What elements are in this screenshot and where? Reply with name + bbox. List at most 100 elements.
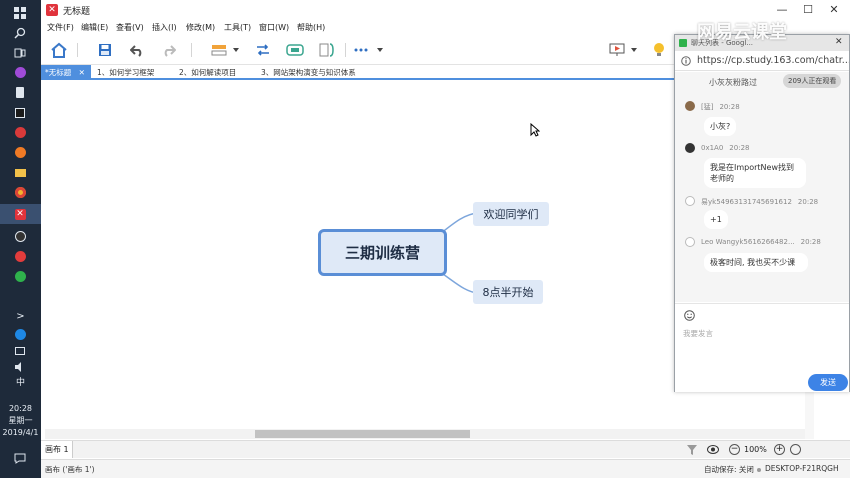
tab-how-to-learn-framework[interactable]: 1、如何学习框架	[93, 65, 158, 80]
chat-top-message: 小灰灰粉路过	[709, 78, 757, 87]
chevron-down-icon[interactable]	[375, 41, 385, 59]
toolbar-separator	[345, 43, 346, 57]
xmind-taskbar-icon[interactable]: ✕	[8, 206, 32, 223]
chat-address-bar[interactable]: https://cp.study.163.com/chatr...	[675, 51, 849, 71]
viewers-count-badge: 209人正在观看	[783, 74, 842, 88]
eye-icon[interactable]	[707, 445, 719, 457]
netease-watermark: 网易云课堂	[697, 22, 787, 43]
chevron-down-icon[interactable]	[231, 41, 241, 59]
menu-tools[interactable]: 工具(T)	[224, 22, 251, 33]
calculator-icon[interactable]	[8, 84, 32, 101]
chat-close-button[interactable]: ✕	[835, 37, 843, 47]
mindmap-subtopic[interactable]: 8点半开始	[473, 280, 543, 304]
redo-icon[interactable]	[159, 41, 179, 59]
zoom-level[interactable]: 100%	[744, 445, 767, 454]
tray-app-icon[interactable]	[8, 326, 32, 343]
summary-icon[interactable]	[317, 41, 337, 59]
presentation-icon[interactable]	[607, 41, 627, 59]
app-icon-terminal[interactable]	[8, 104, 32, 121]
relationship-icon[interactable]	[253, 41, 273, 59]
mindmap-subtopic[interactable]: 欢迎同学们	[473, 202, 549, 226]
save-icon[interactable]	[95, 41, 115, 59]
zoom-in-button[interactable]: +	[774, 444, 785, 455]
chat-input-placeholder[interactable]: 我要发言	[683, 328, 713, 339]
clock-weekday[interactable]: 星期一	[0, 416, 41, 426]
sheet-bar: 画布 1 − 100% +	[41, 440, 850, 458]
mouse-cursor-icon	[530, 123, 540, 137]
close-button[interactable]: ✕	[820, 2, 848, 18]
status-sheet-name: 画布 ('画布 1')	[45, 465, 95, 474]
maximize-button[interactable]: ☐	[794, 2, 822, 18]
mindmap-root-topic[interactable]: 三期训练营	[318, 229, 447, 276]
windows-taskbar: ✕ > 中 20:28 星期一 2019/4/1	[0, 0, 41, 478]
tab-close-icon[interactable]: ✕	[79, 68, 85, 77]
chrome-icon[interactable]	[8, 184, 32, 201]
clock-time[interactable]: 20:28	[0, 404, 41, 414]
chat-message-bubble: +1	[704, 210, 728, 229]
filter-icon[interactable]	[687, 445, 697, 458]
avatar	[685, 101, 695, 111]
tray-expand-icon[interactable]: >	[0, 312, 41, 322]
firefox-icon[interactable]	[8, 144, 32, 161]
chat-message-bubble: 我是在ImportNew找到老师的	[704, 158, 806, 188]
undo-icon[interactable]	[127, 41, 147, 59]
tab-untitled[interactable]: *无标题 ✕	[41, 65, 91, 80]
home-icon[interactable]	[49, 41, 69, 59]
chat-url-text: https://cp.study.163.com/chatr...	[697, 55, 849, 66]
autosave-status[interactable]: 自动保存: 关闭	[704, 464, 754, 475]
menu-insert[interactable]: 插入(I)	[152, 22, 177, 33]
folder-icon[interactable]	[8, 164, 32, 181]
toolbar-separator	[77, 43, 78, 57]
task-view-icon[interactable]	[8, 44, 32, 61]
chat-message-user: Leo Wangyk5616266482... 20:28	[701, 238, 821, 246]
menu-edit[interactable]: 编辑(E)	[81, 22, 108, 33]
notification-icon[interactable]	[8, 450, 32, 467]
search-icon[interactable]	[8, 24, 32, 41]
info-icon[interactable]	[681, 56, 691, 66]
clock-date[interactable]: 2019/4/1	[0, 428, 41, 438]
minimize-button[interactable]: —	[768, 2, 796, 18]
zoom-out-button[interactable]: −	[729, 444, 740, 455]
horizontal-scrollbar[interactable]	[45, 429, 805, 439]
wechat-icon[interactable]	[8, 268, 32, 285]
network-icon[interactable]	[8, 342, 32, 359]
topic-style-icon[interactable]	[209, 41, 229, 59]
chat-popup-window: 聊天列表 - Googl... ✕ https://cp.study.163.c…	[674, 34, 850, 392]
chat-message-user: 易yk5496313174569161​2 20:28	[701, 198, 819, 206]
volume-icon[interactable]	[8, 358, 32, 375]
scroll-thumb[interactable]	[255, 430, 470, 438]
avatar	[685, 143, 695, 153]
tab-label: *无标题	[45, 68, 72, 77]
app-icon-red[interactable]	[8, 124, 32, 141]
fit-map-icon[interactable]	[790, 444, 801, 455]
status-dot	[757, 468, 761, 472]
windows-start-icon[interactable]	[8, 4, 32, 21]
menu-window[interactable]: 窗口(W)	[259, 22, 289, 33]
tab-how-to-read-project[interactable]: 2、如何解读项目	[175, 65, 240, 80]
netease-icon[interactable]	[8, 248, 32, 265]
xmind-logo-icon: ✕	[46, 4, 58, 16]
emoji-icon[interactable]	[684, 310, 695, 321]
menu-view[interactable]: 查看(V)	[116, 22, 144, 33]
sheet-tab[interactable]: 画布 1	[41, 441, 73, 458]
window-title: 无标题	[63, 7, 91, 17]
chat-message-bubble: 极客时间, 我也买不少课	[704, 253, 808, 272]
chat-input-area[interactable]: 我要发言 发送	[675, 303, 849, 392]
chat-message-list[interactable]: 小灰灰粉路过 209人正在观看 [猛] 20:28 小灰? 0x1A0 20:28 …	[675, 72, 849, 302]
lightbulb-icon[interactable]	[649, 41, 669, 59]
toolbar-separator	[191, 43, 192, 57]
status-bar: 画布 ('画布 1') 自动保存: 关闭 DESKTOP-F21RQGH	[41, 459, 850, 478]
title-bar: ✕ 无标题 — ☐ ✕	[41, 0, 850, 20]
chat-message-bubble: 小灰?	[704, 117, 737, 136]
tab-site-architecture[interactable]: 3、网站架构演变与知识体系	[257, 65, 360, 80]
boundary-icon[interactable]	[285, 41, 305, 59]
ime-indicator[interactable]: 中	[0, 378, 41, 388]
menu-modify[interactable]: 修改(M)	[186, 22, 215, 33]
menu-file[interactable]: 文件(F)	[47, 22, 74, 33]
app-icon-clock[interactable]	[8, 228, 32, 245]
more-icon[interactable]	[351, 41, 371, 59]
menu-help[interactable]: 帮助(H)	[297, 22, 325, 33]
chevron-down-icon[interactable]	[629, 41, 639, 59]
app-icon-purple[interactable]	[8, 64, 32, 81]
send-button[interactable]: 发送	[808, 374, 848, 391]
